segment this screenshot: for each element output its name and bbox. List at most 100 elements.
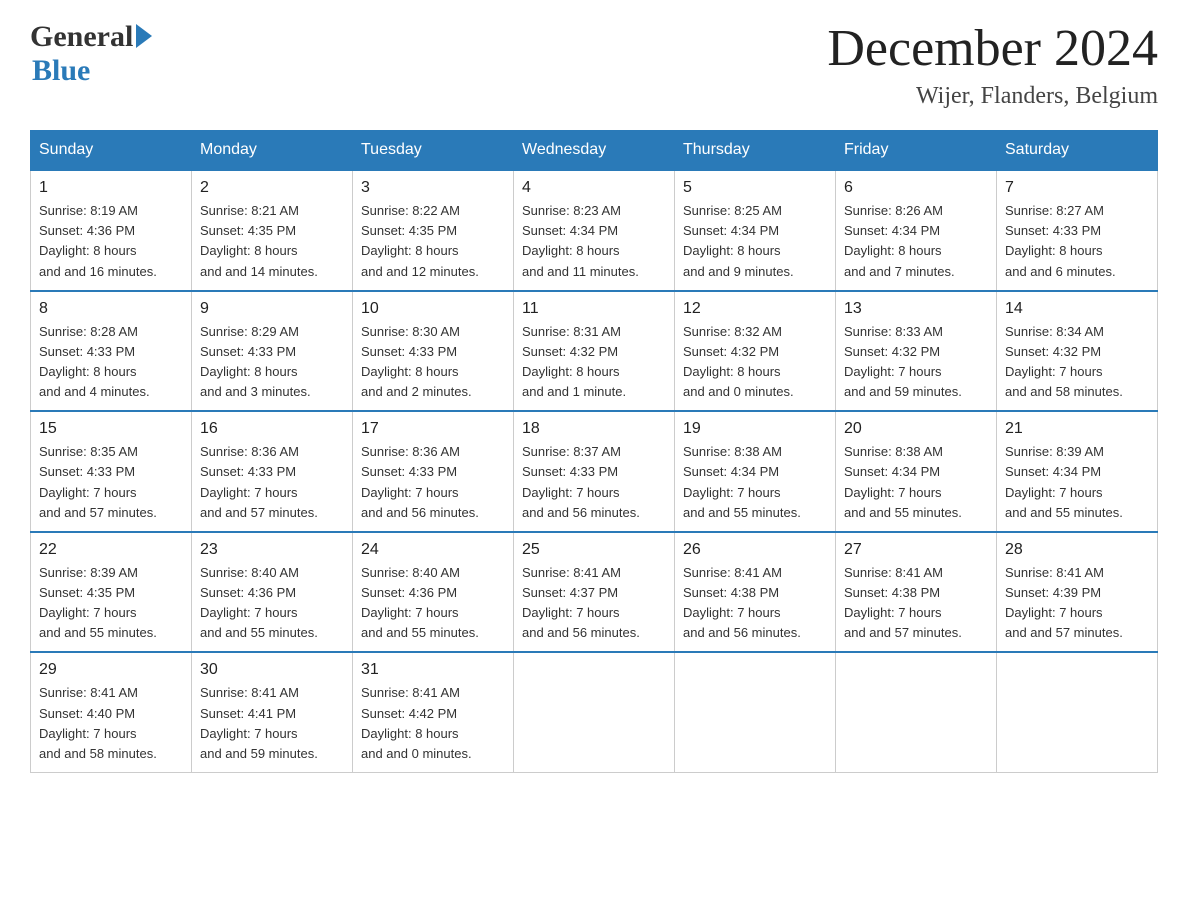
day-info: Sunrise: 8:33 AMSunset: 4:32 PMDaylight:… xyxy=(844,324,962,399)
calendar-day-cell: 25 Sunrise: 8:41 AMSunset: 4:37 PMDaylig… xyxy=(514,532,675,653)
day-number: 24 xyxy=(361,541,505,559)
calendar-table: Sunday Monday Tuesday Wednesday Thursday… xyxy=(30,130,1158,773)
day-number: 12 xyxy=(683,300,827,318)
calendar-day-cell: 20 Sunrise: 8:38 AMSunset: 4:34 PMDaylig… xyxy=(836,411,997,532)
col-friday: Friday xyxy=(836,131,997,171)
day-info: Sunrise: 8:25 AMSunset: 4:34 PMDaylight:… xyxy=(683,203,794,278)
logo-general-text: General xyxy=(30,20,133,54)
calendar-day-cell: 13 Sunrise: 8:33 AMSunset: 4:32 PMDaylig… xyxy=(836,291,997,412)
day-info: Sunrise: 8:19 AMSunset: 4:36 PMDaylight:… xyxy=(39,203,157,278)
day-info: Sunrise: 8:40 AMSunset: 4:36 PMDaylight:… xyxy=(361,565,479,640)
day-info: Sunrise: 8:37 AMSunset: 4:33 PMDaylight:… xyxy=(522,444,640,519)
day-info: Sunrise: 8:41 AMSunset: 4:42 PMDaylight:… xyxy=(361,685,472,760)
day-number: 3 xyxy=(361,179,505,197)
col-tuesday: Tuesday xyxy=(353,131,514,171)
calendar-day-cell: 14 Sunrise: 8:34 AMSunset: 4:32 PMDaylig… xyxy=(997,291,1158,412)
day-number: 6 xyxy=(844,179,988,197)
day-number: 10 xyxy=(361,300,505,318)
day-number: 28 xyxy=(1005,541,1149,559)
calendar-day-cell: 18 Sunrise: 8:37 AMSunset: 4:33 PMDaylig… xyxy=(514,411,675,532)
col-monday: Monday xyxy=(192,131,353,171)
calendar-day-cell xyxy=(675,652,836,772)
day-number: 18 xyxy=(522,420,666,438)
calendar-day-cell: 9 Sunrise: 8:29 AMSunset: 4:33 PMDayligh… xyxy=(192,291,353,412)
day-number: 26 xyxy=(683,541,827,559)
day-info: Sunrise: 8:31 AMSunset: 4:32 PMDaylight:… xyxy=(522,324,626,399)
day-info: Sunrise: 8:39 AMSunset: 4:34 PMDaylight:… xyxy=(1005,444,1123,519)
day-info: Sunrise: 8:40 AMSunset: 4:36 PMDaylight:… xyxy=(200,565,318,640)
calendar-day-cell: 12 Sunrise: 8:32 AMSunset: 4:32 PMDaylig… xyxy=(675,291,836,412)
day-info: Sunrise: 8:39 AMSunset: 4:35 PMDaylight:… xyxy=(39,565,157,640)
calendar-week-row: 15 Sunrise: 8:35 AMSunset: 4:33 PMDaylig… xyxy=(31,411,1158,532)
day-number: 16 xyxy=(200,420,344,438)
col-saturday: Saturday xyxy=(997,131,1158,171)
day-info: Sunrise: 8:32 AMSunset: 4:32 PMDaylight:… xyxy=(683,324,794,399)
calendar-day-cell: 2 Sunrise: 8:21 AMSunset: 4:35 PMDayligh… xyxy=(192,170,353,291)
day-number: 13 xyxy=(844,300,988,318)
month-year-title: December 2024 xyxy=(827,20,1158,77)
calendar-day-cell: 23 Sunrise: 8:40 AMSunset: 4:36 PMDaylig… xyxy=(192,532,353,653)
day-number: 31 xyxy=(361,661,505,679)
day-number: 23 xyxy=(200,541,344,559)
calendar-day-cell: 24 Sunrise: 8:40 AMSunset: 4:36 PMDaylig… xyxy=(353,532,514,653)
calendar-day-cell: 8 Sunrise: 8:28 AMSunset: 4:33 PMDayligh… xyxy=(31,291,192,412)
day-info: Sunrise: 8:23 AMSunset: 4:34 PMDaylight:… xyxy=(522,203,639,278)
calendar-day-cell: 6 Sunrise: 8:26 AMSunset: 4:34 PMDayligh… xyxy=(836,170,997,291)
col-thursday: Thursday xyxy=(675,131,836,171)
location-subtitle: Wijer, Flanders, Belgium xyxy=(827,83,1158,110)
day-number: 22 xyxy=(39,541,183,559)
calendar-day-cell: 1 Sunrise: 8:19 AMSunset: 4:36 PMDayligh… xyxy=(31,170,192,291)
day-info: Sunrise: 8:28 AMSunset: 4:33 PMDaylight:… xyxy=(39,324,150,399)
calendar-day-cell: 31 Sunrise: 8:41 AMSunset: 4:42 PMDaylig… xyxy=(353,652,514,772)
calendar-day-cell: 7 Sunrise: 8:27 AMSunset: 4:33 PMDayligh… xyxy=(997,170,1158,291)
calendar-week-row: 22 Sunrise: 8:39 AMSunset: 4:35 PMDaylig… xyxy=(31,532,1158,653)
day-number: 17 xyxy=(361,420,505,438)
day-info: Sunrise: 8:41 AMSunset: 4:41 PMDaylight:… xyxy=(200,685,318,760)
day-info: Sunrise: 8:34 AMSunset: 4:32 PMDaylight:… xyxy=(1005,324,1123,399)
calendar-week-row: 1 Sunrise: 8:19 AMSunset: 4:36 PMDayligh… xyxy=(31,170,1158,291)
page-header: General Blue December 2024 Wijer, Flande… xyxy=(30,20,1158,110)
calendar-day-cell: 5 Sunrise: 8:25 AMSunset: 4:34 PMDayligh… xyxy=(675,170,836,291)
logo-blue-text: Blue xyxy=(32,54,152,88)
calendar-day-cell: 26 Sunrise: 8:41 AMSunset: 4:38 PMDaylig… xyxy=(675,532,836,653)
day-info: Sunrise: 8:30 AMSunset: 4:33 PMDaylight:… xyxy=(361,324,472,399)
calendar-day-cell: 10 Sunrise: 8:30 AMSunset: 4:33 PMDaylig… xyxy=(353,291,514,412)
calendar-day-cell: 28 Sunrise: 8:41 AMSunset: 4:39 PMDaylig… xyxy=(997,532,1158,653)
calendar-day-cell xyxy=(997,652,1158,772)
calendar-day-cell: 11 Sunrise: 8:31 AMSunset: 4:32 PMDaylig… xyxy=(514,291,675,412)
day-number: 30 xyxy=(200,661,344,679)
calendar-week-row: 8 Sunrise: 8:28 AMSunset: 4:33 PMDayligh… xyxy=(31,291,1158,412)
day-info: Sunrise: 8:35 AMSunset: 4:33 PMDaylight:… xyxy=(39,444,157,519)
day-info: Sunrise: 8:36 AMSunset: 4:33 PMDaylight:… xyxy=(361,444,479,519)
calendar-day-cell: 16 Sunrise: 8:36 AMSunset: 4:33 PMDaylig… xyxy=(192,411,353,532)
calendar-day-cell: 22 Sunrise: 8:39 AMSunset: 4:35 PMDaylig… xyxy=(31,532,192,653)
day-info: Sunrise: 8:36 AMSunset: 4:33 PMDaylight:… xyxy=(200,444,318,519)
day-info: Sunrise: 8:29 AMSunset: 4:33 PMDaylight:… xyxy=(200,324,311,399)
col-sunday: Sunday xyxy=(31,131,192,171)
col-wednesday: Wednesday xyxy=(514,131,675,171)
calendar-day-cell: 21 Sunrise: 8:39 AMSunset: 4:34 PMDaylig… xyxy=(997,411,1158,532)
day-info: Sunrise: 8:26 AMSunset: 4:34 PMDaylight:… xyxy=(844,203,955,278)
day-info: Sunrise: 8:27 AMSunset: 4:33 PMDaylight:… xyxy=(1005,203,1116,278)
title-block: December 2024 Wijer, Flanders, Belgium xyxy=(827,20,1158,110)
logo: General Blue xyxy=(30,20,152,88)
calendar-day-cell: 15 Sunrise: 8:35 AMSunset: 4:33 PMDaylig… xyxy=(31,411,192,532)
day-number: 11 xyxy=(522,300,666,318)
day-number: 4 xyxy=(522,179,666,197)
day-number: 29 xyxy=(39,661,183,679)
day-info: Sunrise: 8:38 AMSunset: 4:34 PMDaylight:… xyxy=(844,444,962,519)
day-number: 15 xyxy=(39,420,183,438)
calendar-day-cell: 19 Sunrise: 8:38 AMSunset: 4:34 PMDaylig… xyxy=(675,411,836,532)
calendar-header-row: Sunday Monday Tuesday Wednesday Thursday… xyxy=(31,131,1158,171)
day-number: 8 xyxy=(39,300,183,318)
day-number: 21 xyxy=(1005,420,1149,438)
day-info: Sunrise: 8:41 AMSunset: 4:38 PMDaylight:… xyxy=(683,565,801,640)
day-info: Sunrise: 8:22 AMSunset: 4:35 PMDaylight:… xyxy=(361,203,479,278)
day-info: Sunrise: 8:41 AMSunset: 4:37 PMDaylight:… xyxy=(522,565,640,640)
calendar-day-cell: 17 Sunrise: 8:36 AMSunset: 4:33 PMDaylig… xyxy=(353,411,514,532)
calendar-day-cell: 29 Sunrise: 8:41 AMSunset: 4:40 PMDaylig… xyxy=(31,652,192,772)
calendar-day-cell: 4 Sunrise: 8:23 AMSunset: 4:34 PMDayligh… xyxy=(514,170,675,291)
day-number: 9 xyxy=(200,300,344,318)
calendar-day-cell: 3 Sunrise: 8:22 AMSunset: 4:35 PMDayligh… xyxy=(353,170,514,291)
day-info: Sunrise: 8:21 AMSunset: 4:35 PMDaylight:… xyxy=(200,203,318,278)
